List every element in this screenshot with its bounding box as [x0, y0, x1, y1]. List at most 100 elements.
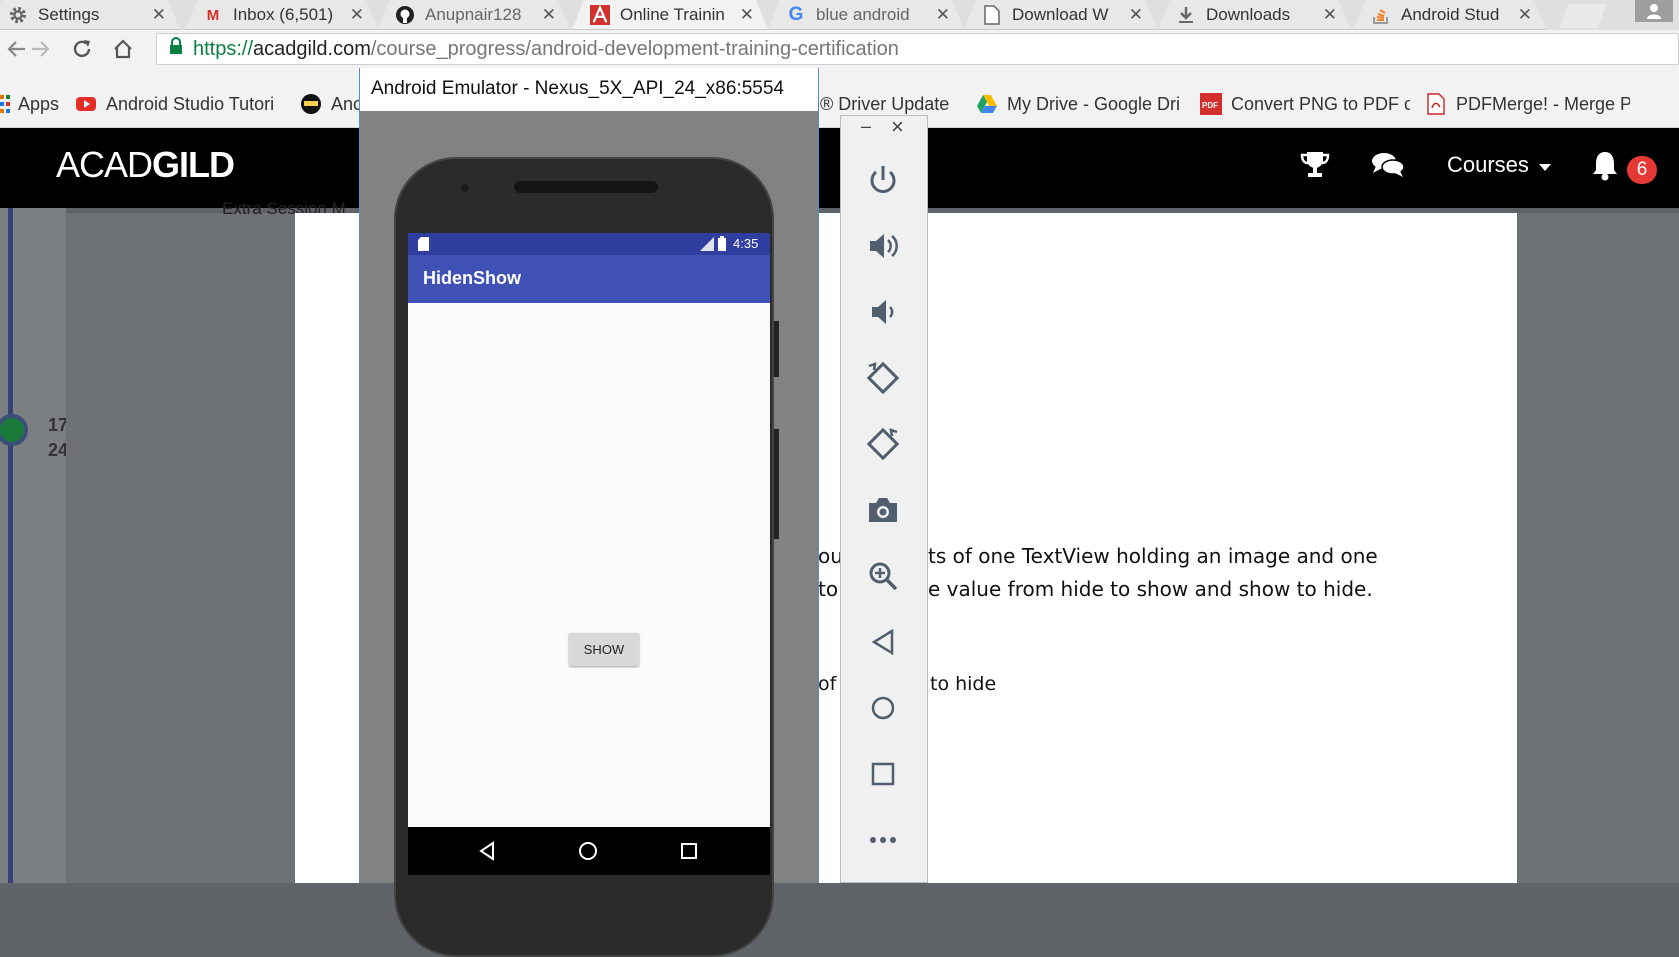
pdf-icon: PDF — [1200, 93, 1222, 115]
tab-close-icon[interactable]: ✕ — [936, 5, 950, 25]
status-bar: 4:35 — [408, 233, 770, 255]
show-button[interactable]: SHOW — [569, 633, 639, 666]
emulator-body: 4:35 HidenShow SHOW — [360, 111, 818, 957]
tab-title: Inbox (6,501) — [233, 5, 334, 24]
power-icon[interactable] — [861, 158, 905, 202]
home-icon[interactable] — [861, 686, 905, 730]
tab-close-icon[interactable]: ✕ — [1129, 5, 1143, 25]
bookmark-label: PDFMerge! - Merge P — [1456, 93, 1630, 114]
tab-online-training[interactable]: Online Trainin ✕ — [572, 0, 768, 30]
url-host: acadgild.com — [253, 37, 371, 60]
reload-button[interactable] — [67, 34, 97, 64]
progress-track — [8, 208, 13, 883]
courses-menu[interactable]: Courses — [1447, 152, 1552, 178]
bookmark-driver-update[interactable]: ® Driver Update — [820, 92, 955, 116]
chat-icon[interactable] — [1370, 148, 1406, 184]
pdf-document-icon — [1425, 93, 1447, 115]
tab-title: blue android — [816, 5, 910, 24]
stackoverflow-icon — [1371, 5, 1391, 25]
svg-text:PDF: PDF — [1202, 101, 1218, 110]
more-icon[interactable] — [861, 818, 905, 862]
doc-line: e value from hide to show and show to hi… — [928, 577, 1373, 601]
new-tab-button[interactable] — [1560, 4, 1606, 28]
acadgild-icon — [590, 4, 610, 25]
bookmark-convert-png[interactable]: PDF Convert PNG to PDF c — [1200, 92, 1410, 116]
bookmark-label: ® Driver Update — [820, 93, 950, 114]
notification-badge: 6 — [1627, 156, 1657, 184]
bell-icon[interactable] — [1590, 148, 1626, 184]
tab-google-search[interactable]: G blue android ✕ — [768, 0, 964, 30]
app-bar: HidenShow — [408, 255, 770, 303]
youtube-icon — [75, 93, 97, 115]
tab-title: Android Stud — [1401, 5, 1500, 24]
emulator-title-bar[interactable]: Android Emulator - Nexus_5X_API_24_x86:5… — [360, 68, 818, 111]
tab-downloads[interactable]: Downloads ✕ — [1158, 0, 1351, 30]
document-icon — [982, 5, 1002, 25]
tab-title: Online Trainin — [620, 5, 725, 24]
address-bar[interactable]: https://acadgild.com/course_progress/and… — [156, 33, 1679, 65]
tab-android-studio[interactable]: Android Stud ✕ — [1353, 0, 1546, 30]
tab-close-icon[interactable]: ✕ — [1323, 5, 1337, 25]
trophy-icon[interactable] — [1298, 148, 1334, 184]
phone-screen: 4:35 HidenShow SHOW — [408, 233, 770, 875]
back-icon[interactable] — [861, 620, 905, 664]
app-title: HidenShow — [423, 268, 521, 288]
power-side-button[interactable] — [774, 321, 779, 377]
tab-close-icon[interactable]: ✕ — [1518, 5, 1532, 25]
github-icon — [395, 5, 415, 25]
bookmark-label: Anc — [331, 93, 360, 114]
tab-close-icon[interactable]: ✕ — [152, 5, 166, 25]
bookmark-apps[interactable]: Apps — [0, 92, 59, 116]
bookmark-label: Android Studio Tutori — [106, 93, 275, 114]
lock-icon — [169, 37, 183, 61]
tab-close-icon[interactable]: ✕ — [542, 5, 556, 25]
doc-line-fragment: to — [818, 577, 839, 601]
battery-icon — [718, 236, 726, 254]
browser-toolbar: https://acadgild.com/course_progress/and… — [0, 30, 1679, 68]
tab-github[interactable]: Anupnair128 ✕ — [377, 0, 570, 30]
rotate-left-icon[interactable] — [861, 356, 905, 400]
nav-home-icon[interactable] — [578, 841, 598, 866]
tab-settings[interactable]: Settings ✕ — [0, 0, 180, 30]
bookmark-android-studio-tutorial[interactable]: Android Studio Tutori — [75, 92, 280, 116]
profile-icon[interactable] — [1635, 0, 1673, 22]
bookmark-anc[interactable]: Anc — [300, 92, 360, 116]
rotate-right-icon[interactable] — [861, 422, 905, 466]
tab-inbox[interactable]: M Inbox (6,501) ✕ — [185, 0, 378, 30]
camera-lens — [460, 183, 470, 193]
volume-down-icon[interactable] — [861, 290, 905, 334]
close-button[interactable]: × — [891, 114, 904, 140]
bookmark-pdfmerge[interactable]: PDFMerge! - Merge P — [1425, 92, 1630, 116]
doc-line-fragment: of — [818, 673, 837, 695]
doc-line: to hide — [930, 673, 997, 695]
android-nav-bar — [408, 827, 770, 875]
ninja-icon — [300, 93, 322, 115]
speaker-grille — [514, 181, 658, 193]
forward-button[interactable] — [25, 34, 55, 64]
doc-line: ts of one TextView holding an image and … — [928, 544, 1378, 568]
nav-recents-icon[interactable] — [680, 842, 698, 865]
volume-up-icon[interactable] — [861, 224, 905, 268]
nav-back-icon[interactable] — [478, 841, 496, 866]
tab-title: Downloads — [1206, 5, 1291, 24]
tab-download-w[interactable]: Download W ✕ — [964, 0, 1157, 30]
google-drive-icon — [976, 93, 998, 115]
logo-text-bold: GILD — [152, 144, 235, 185]
courses-label: Courses — [1447, 152, 1529, 177]
tab-title: Anupnair128 — [425, 5, 522, 24]
tab-close-icon[interactable]: ✕ — [740, 5, 754, 25]
caret-down-icon — [1539, 152, 1552, 178]
acadgild-logo[interactable]: ACADGILD — [56, 144, 235, 186]
home-button[interactable] — [108, 34, 138, 64]
emulator-title: Android Emulator - Nexus_5X_API_24_x86:5… — [371, 78, 784, 99]
camera-icon[interactable] — [861, 488, 905, 532]
google-icon: G — [788, 4, 804, 25]
tab-close-icon[interactable]: ✕ — [350, 5, 364, 25]
volume-side-button[interactable] — [774, 429, 779, 539]
minimize-button[interactable]: – — [861, 116, 871, 137]
overview-icon[interactable] — [861, 752, 905, 796]
tab-title: Download W — [1012, 5, 1109, 24]
bookmark-my-drive[interactable]: My Drive - Google Dri — [976, 92, 1181, 116]
zoom-icon[interactable] — [861, 554, 905, 598]
bookmark-label: My Drive - Google Dri — [1007, 93, 1181, 114]
